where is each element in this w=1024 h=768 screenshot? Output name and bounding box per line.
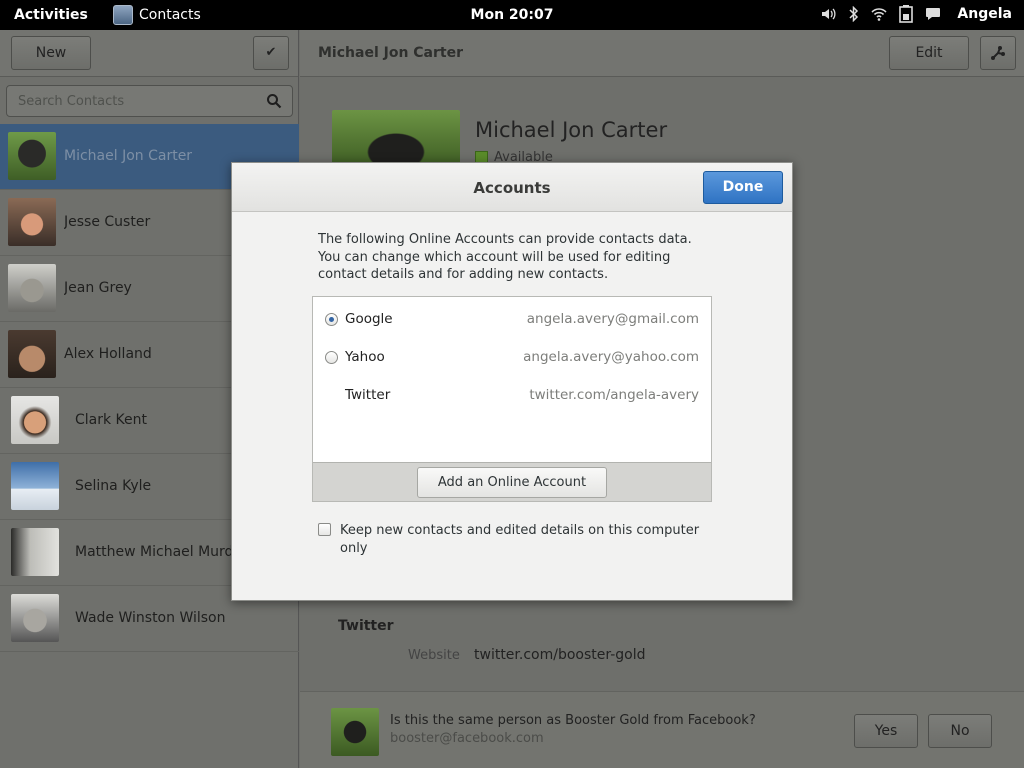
keep-local-checkbox[interactable] [318,523,331,536]
dialog-description: The following Online Accounts can provid… [318,232,692,282]
keep-local-label: Keep new contacts and edited details on … [340,523,700,556]
avatar [11,594,59,642]
new-contact-button[interactable]: New [11,36,91,70]
activities-button[interactable]: Activities [14,7,88,23]
battery-icon[interactable] [899,5,914,23]
search-box [6,85,293,117]
account-value: angela.avery@yahoo.com [523,349,699,365]
search-input[interactable] [7,86,247,116]
app-name: Contacts [139,7,201,23]
avatar [331,708,379,756]
contact-full-name: Michael Jon Carter [475,118,668,142]
search-icon [267,94,282,109]
detail-toolbar-title: Michael Jon Carter [318,45,463,61]
accounts-dialog: Accounts Done The following Online Accou… [231,162,793,601]
account-value: angela.avery@gmail.com [526,311,699,327]
avatar [8,132,56,180]
sidebar-toolbar: New ✔ [0,30,298,77]
account-row-yahoo[interactable]: Yahoo angela.avery@yahoo.com [313,346,711,370]
edit-button[interactable]: Edit [889,36,969,70]
link-question: Is this the same person as Booster Gold … [390,713,756,728]
contacts-app-icon [113,5,133,25]
accounts-footer: Add an Online Account [313,462,711,501]
account-name: Google [345,311,393,327]
avatar [8,264,56,312]
no-button[interactable]: No [928,714,992,748]
chat-icon[interactable] [925,7,941,21]
add-online-account-button[interactable]: Add an Online Account [417,467,607,498]
link-suggestion-bar: Is this the same person as Booster Gold … [300,691,1024,768]
website-label: Website [408,648,460,663]
dialog-header: Accounts Done [232,163,792,212]
account-row-twitter: Twitter twitter.com/angela-avery [313,384,711,408]
done-button[interactable]: Done [703,171,783,204]
volume-icon[interactable] [821,7,837,21]
section-title: Twitter [338,618,394,634]
account-value: twitter.com/angela-avery [529,387,699,403]
link-contacts-button[interactable] [980,36,1016,70]
select-mode-button[interactable]: ✔ [253,36,289,70]
wifi-icon[interactable] [871,7,887,21]
avatar [11,462,59,510]
contact-photo [332,110,460,170]
avatar [11,396,59,444]
account-row-google[interactable]: Google angela.avery@gmail.com [313,308,711,332]
google-radio[interactable] [325,313,338,326]
detail-toolbar: Michael Jon Carter Edit [300,30,1024,77]
account-name: Yahoo [345,349,385,365]
user-menu[interactable]: Angela [957,6,1012,22]
yahoo-radio[interactable] [325,351,338,364]
accounts-list: Google angela.avery@gmail.com Yahoo ange… [312,296,712,502]
top-bar: Activities Contacts Mon 20:07 Angela [0,0,1024,30]
status-tray: Angela [821,5,1012,23]
link-icon [991,46,1005,60]
app-menu[interactable]: Contacts [113,5,201,25]
website-value[interactable]: twitter.com/booster-gold [474,647,646,663]
avatar [8,198,56,246]
account-name: Twitter [345,387,391,403]
link-email: booster@facebook.com [390,731,544,746]
bluetooth-icon[interactable] [849,6,859,22]
avatar [8,330,56,378]
yes-button[interactable]: Yes [854,714,918,748]
avatar [11,528,59,576]
contact-name: Wade Winston Wilson [75,610,226,626]
